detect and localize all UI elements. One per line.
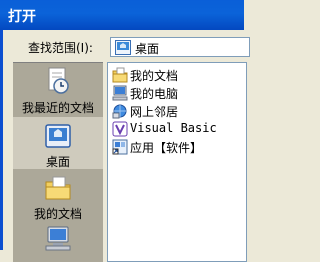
places-label: 桌面: [45, 155, 70, 169]
file-label: Visual Basic: [130, 121, 217, 135]
network-places-icon: [112, 104, 127, 119]
desktop-icon: [115, 40, 131, 55]
file-label: 应用【软件】: [130, 141, 203, 155]
file-label: 网上邻居: [130, 105, 179, 119]
my-computer-icon: [45, 226, 71, 251]
look-in-value: 桌面: [135, 42, 160, 56]
places-my-computer[interactable]: [13, 221, 103, 261]
places-label: 我的文档: [33, 207, 82, 221]
file-label: 我的电脑: [130, 87, 179, 101]
dialog-title: 打开: [8, 9, 36, 25]
places-recent-documents[interactable]: 我最近的文档: [13, 63, 103, 117]
title-bar[interactable]: 打开: [0, 0, 244, 30]
places-bar: 我最近的文档 桌面 我的文档: [13, 62, 103, 262]
window-frame: [0, 30, 3, 250]
my-documents-icon: [45, 176, 71, 200]
desktop-icon: [45, 124, 71, 148]
places-desktop[interactable]: 桌面: [13, 117, 103, 169]
file-label: 我的文档: [130, 69, 179, 83]
file-list[interactable]: 我的文档 我的电脑 网上邻居 Visual Basic 应用【软件】: [107, 62, 247, 262]
look-in-combobox[interactable]: 桌面: [110, 37, 250, 57]
recent-documents-icon: [48, 67, 69, 94]
my-computer-icon: [112, 85, 128, 101]
visual-basic-icon: [112, 121, 128, 137]
shortcut-icon: [112, 139, 128, 155]
places-label: 我最近的文档: [21, 101, 94, 115]
look-in-label: 查找范围(I):: [28, 41, 93, 55]
places-my-documents[interactable]: 我的文档: [13, 169, 103, 221]
my-documents-icon: [112, 67, 128, 83]
